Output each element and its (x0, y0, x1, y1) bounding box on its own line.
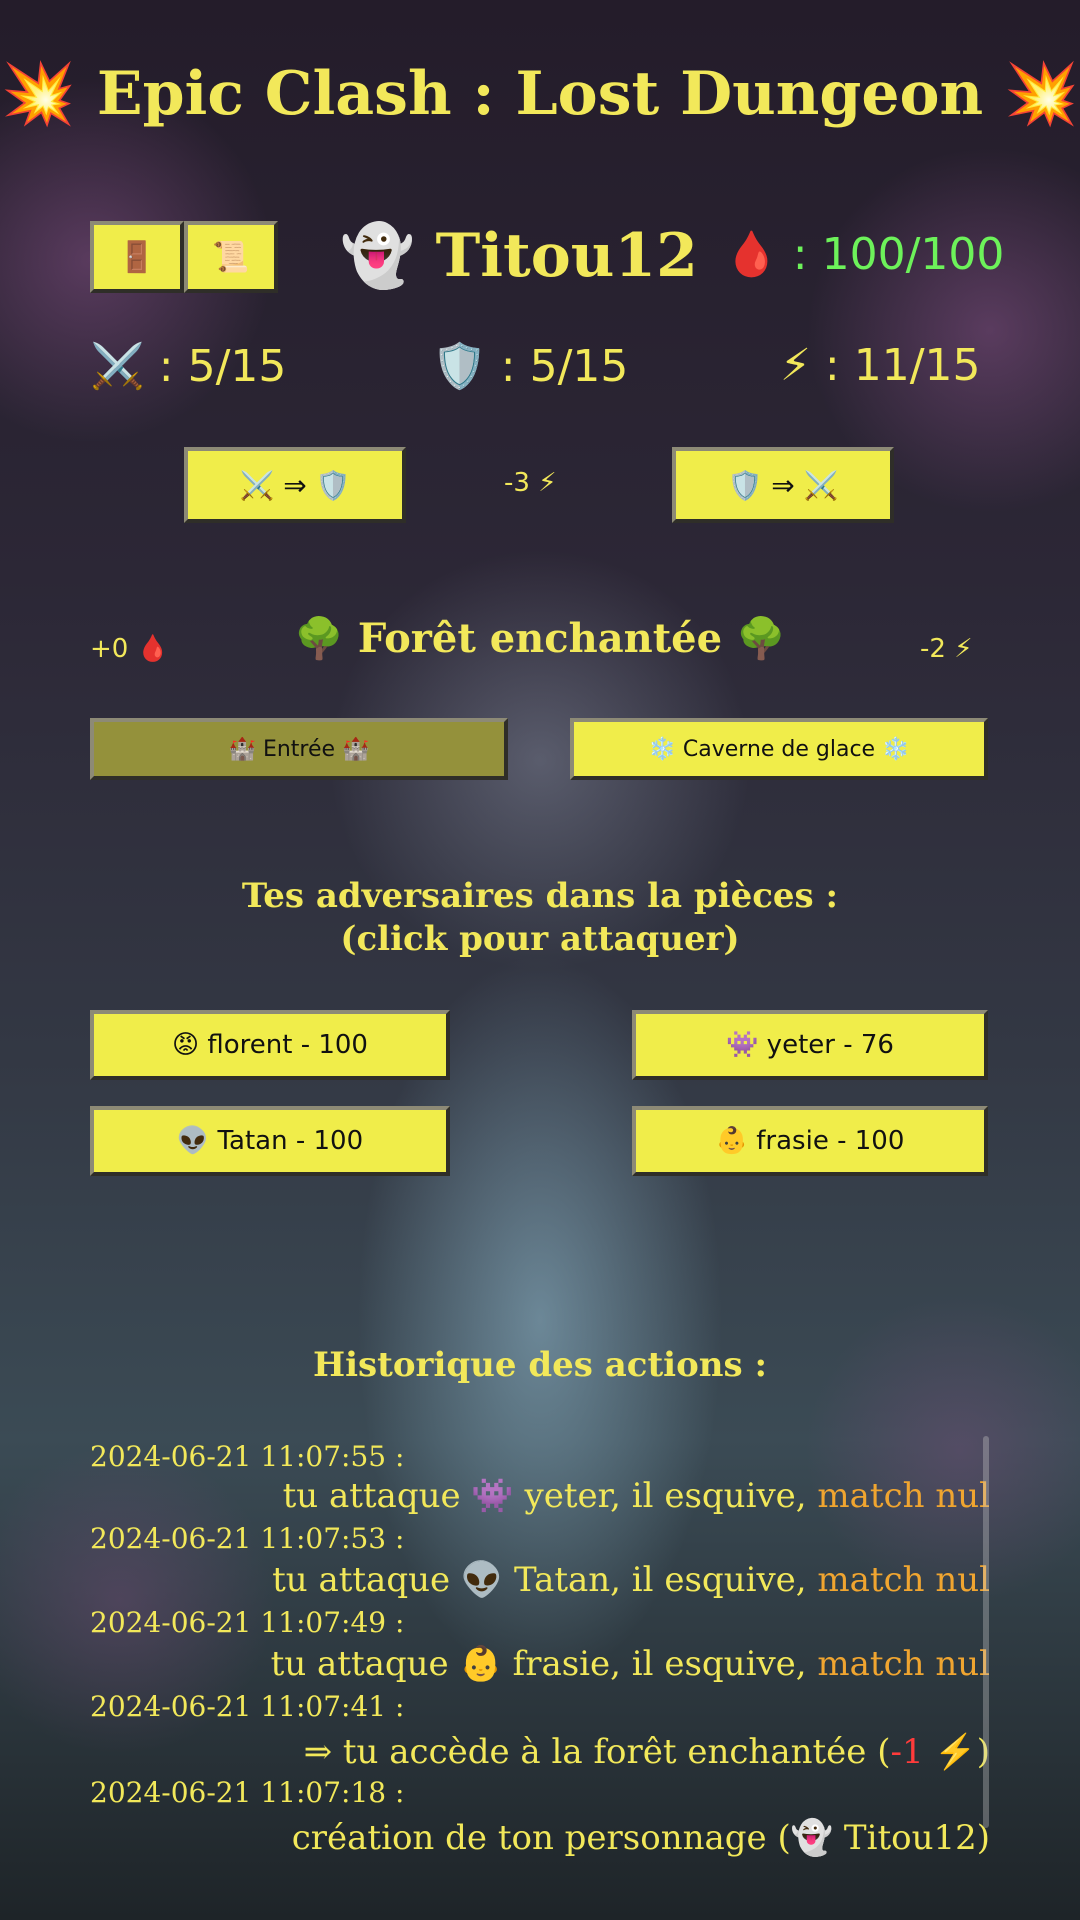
explosion-icon: 💥 (1, 59, 76, 129)
history-text: tu attaque 👾 yeter, il esquive, (282, 1476, 818, 1516)
history-scrollbar[interactable] (983, 1436, 989, 1828)
history-result: match nul (817, 1476, 990, 1516)
attack-value: : 5/15 (158, 340, 287, 392)
convert-cost: -3 ⚡ (504, 468, 557, 498)
history-result: match nul (817, 1644, 990, 1684)
history-title: Historique des actions : (312, 1345, 768, 1385)
game-title: 💥 Epic Clash : Lost Dungeon 💥 (0, 58, 1080, 129)
rules-scroll-button[interactable]: 📜 (184, 221, 278, 293)
opponent-label: 😡 florent - 100 (172, 1030, 368, 1060)
history-text: ⇒ tu accède à la forêt enchantée ( (303, 1732, 891, 1772)
exit-caverne-button[interactable]: ❄️ Caverne de glace ❄️ (570, 718, 988, 780)
defense-value: : 5/15 (500, 340, 629, 392)
energy-value: : 11/15 (824, 340, 981, 391)
crossed-swords-icon: ⚔️ (90, 341, 145, 392)
energy-stat: ⚡ : 11/15 (780, 340, 981, 391)
history-timestamp: 2024-06-21 11:07:18 : (90, 1776, 405, 1809)
history-energy-cost: -1 (890, 1732, 924, 1772)
room-name: 🌳 Forêt enchantée 🌳 (294, 615, 786, 662)
history-timestamp: 2024-06-21 11:07:55 : (90, 1440, 405, 1473)
hp-stat: 🩸 : 100/100 (724, 228, 1005, 281)
history-message: tu attaque 👾 yeter, il esquive, match nu… (283, 1476, 990, 1516)
opponent-label: 👶 frasie - 100 (715, 1126, 905, 1156)
opponent-button-tatan[interactable]: 👽 Tatan - 100 (90, 1106, 450, 1176)
convert-attack-to-defense-button[interactable]: ⚔️ ⇒ 🛡️ (184, 447, 406, 523)
opponent-button-frasie[interactable]: 👶 frasie - 100 (632, 1106, 988, 1176)
history-timestamp: 2024-06-21 11:07:41 : (90, 1690, 405, 1723)
history-text: tu attaque 👶 frasie, il esquive, (270, 1644, 818, 1684)
history-message: tu attaque 👽 Tatan, il esquive, match nu… (272, 1560, 990, 1600)
history-message: création de ton personnage (👻 Titou12) (292, 1818, 990, 1858)
exit-door-button[interactable]: 🚪 (90, 221, 184, 293)
convert-def-atk-label: 🛡️ ⇒ ⚔️ (727, 468, 839, 502)
history-timestamp: 2024-06-21 11:07:49 : (90, 1606, 405, 1639)
hp-value: : 100/100 (792, 228, 1005, 280)
opponents-title-line2: (click pour attaquer) (340, 919, 740, 959)
attack-stat: ⚔️ : 5/15 (90, 340, 287, 393)
history-text: création de ton personnage (👻 Titou12) (291, 1818, 990, 1858)
game-title-text: Epic Clash : Lost Dungeon (96, 59, 984, 129)
exit-entree-button[interactable]: 🏰 Entrée 🏰 (90, 718, 508, 780)
convert-atk-def-label: ⚔️ ⇒ 🛡️ (239, 468, 351, 502)
convert-defense-to-attack-button[interactable]: 🛡️ ⇒ ⚔️ (672, 447, 894, 523)
history-timestamp: 2024-06-21 11:07:53 : (90, 1522, 405, 1555)
exit-caverne-label: ❄️ Caverne de glace ❄️ (648, 736, 910, 762)
history-result: match nul (817, 1560, 990, 1600)
opponents-title-line1: Tes adversaires dans la pièces : (241, 876, 839, 916)
door-icon: 🚪 (118, 239, 156, 275)
ghost-avatar-icon: 👻 (340, 221, 415, 291)
opponent-label: 👽 Tatan - 100 (176, 1126, 364, 1156)
explosion-icon: 💥 (1004, 59, 1079, 129)
shield-icon: 🛡️ (432, 341, 487, 392)
opponent-button-florent[interactable]: 😡 florent - 100 (90, 1010, 450, 1080)
history-message: tu attaque 👶 frasie, il esquive, match n… (271, 1644, 990, 1684)
history-text-end: ⚡) (923, 1732, 990, 1772)
scroll-icon: 📜 (212, 239, 250, 275)
opponents-title: Tes adversaires dans la pièces : (click … (0, 875, 1080, 961)
blood-drop-icon: 🩸 (724, 229, 779, 280)
exit-entree-label: 🏰 Entrée 🏰 (228, 736, 370, 762)
history-text: tu attaque 👽 Tatan, il esquive, (272, 1560, 818, 1600)
lightning-icon: ⚡ (780, 340, 811, 391)
history-message: ⇒ tu accède à la forêt enchantée (-1 ⚡) (304, 1732, 990, 1772)
room-energy-cost: -2 ⚡ (920, 634, 973, 664)
player-name-row: 👻 Titou12 (340, 220, 698, 291)
player-name: Titou12 (435, 221, 698, 291)
opponent-button-yeter[interactable]: 👾 yeter - 76 (632, 1010, 988, 1080)
defense-stat: 🛡️ : 5/15 (432, 340, 629, 393)
opponent-label: 👾 yeter - 76 (726, 1030, 894, 1060)
